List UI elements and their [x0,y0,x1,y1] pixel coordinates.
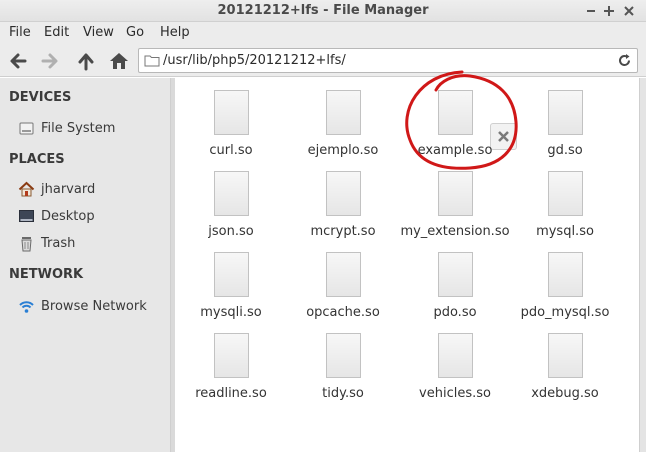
file-icon [438,252,473,297]
reload-icon[interactable] [616,52,633,69]
window-title: 20121212+lfs - File Manager [217,3,429,18]
maximize-button[interactable] [600,2,618,20]
file-item[interactable]: my_extension.so [400,159,510,239]
title-bar: 20121212+lfs - File Manager [0,0,646,22]
file-item[interactable]: example.so [400,78,517,158]
sidebar-heading-devices: DEVICES [9,90,72,105]
file-item[interactable]: tidy.so [288,321,398,401]
file-item[interactable]: readline.so [176,321,286,401]
sidebar-item-desktop[interactable]: Desktop [0,206,170,228]
home-button[interactable] [107,50,131,72]
file-name: my_extension.so [400,224,510,239]
toolbar [0,44,646,77]
menu-edit[interactable]: Edit [44,25,69,40]
file-item[interactable]: mysql.so [510,159,620,239]
file-item[interactable]: mysqli.so [176,240,286,320]
back-icon [10,53,27,69]
file-item[interactable]: gd.so [510,78,620,158]
sidebar-item-label: File System [41,121,116,136]
vertical-scrollbar[interactable] [639,78,646,452]
maximize-icon [604,6,614,16]
minimize-button[interactable] [582,2,600,20]
file-icon [326,252,361,297]
file-name: opcache.so [306,305,380,320]
file-item[interactable]: xdebug.so [510,321,620,401]
file-name: json.so [208,224,254,239]
location-input[interactable] [163,51,603,70]
back-button[interactable] [6,50,30,72]
up-icon [78,53,94,71]
file-icon [214,252,249,297]
home-icon [110,53,128,69]
menu-help[interactable]: Help [160,25,190,40]
file-icon [548,333,583,378]
file-icon [438,90,517,150]
sidebar-item-label: Browse Network [41,299,147,314]
menu-bar: File Edit View Go Help [0,22,646,44]
sidebar-item-file-system[interactable]: File System [0,118,170,140]
file-icon [548,252,583,297]
file-name: mysqli.so [200,305,262,320]
file-view: curl.so ejemplo.so example.so gd.so json… [175,78,639,452]
file-name: example.so [417,143,493,158]
file-name: tidy.so [322,386,364,401]
file-item[interactable]: pdo.so [400,240,510,320]
forward-button[interactable] [38,50,62,72]
sidebar-item-browse-network[interactable]: Browse Network [0,296,170,318]
file-item[interactable]: json.so [176,159,286,239]
sidebar-item-trash[interactable]: Trash [0,233,170,255]
file-name: readline.so [195,386,267,401]
menu-view[interactable]: View [83,25,114,40]
file-item[interactable]: curl.so [176,78,286,158]
trash-icon [21,237,32,252]
file-name: mcrypt.so [310,224,376,239]
desktop-icon [19,210,34,222]
minimize-icon [587,10,595,12]
file-icon [326,333,361,378]
sidebar-item-label: Trash [41,236,76,251]
close-icon [624,6,634,16]
file-icon [326,90,361,135]
location-bar[interactable] [138,48,638,73]
file-name: curl.so [209,143,253,158]
menu-file[interactable]: File [9,25,31,40]
file-icon [548,171,583,216]
file-name: vehicles.so [419,386,491,401]
file-name: pdo.so [433,305,477,320]
network-icon [19,301,34,313]
file-icon [214,90,249,135]
file-icon [438,171,473,216]
sidebar-item-jharvard[interactable]: jharvard [0,179,170,201]
file-item[interactable]: vehicles.so [400,321,510,401]
menu-go[interactable]: Go [126,25,144,40]
sidebar-heading-places: PLACES [9,152,65,167]
file-icon [438,333,473,378]
sidebar-heading-network: NETWORK [9,267,84,282]
file-item[interactable]: mcrypt.so [288,159,398,239]
up-button[interactable] [74,50,98,72]
drive-icon [19,122,34,135]
close-button[interactable] [620,2,638,20]
file-item[interactable]: pdo_mysql.so [510,240,620,320]
home-folder-icon [18,181,35,197]
file-icon [548,90,583,135]
folder-icon [144,55,160,67]
file-icon [214,333,249,378]
file-name: gd.so [547,143,583,158]
sidebar: DEVICES File System PLACES jharvard Desk… [0,78,170,452]
sidebar-item-label: Desktop [41,209,95,224]
file-name: xdebug.so [531,386,599,401]
file-name: pdo_mysql.so [520,305,610,320]
file-item[interactable]: ejemplo.so [288,78,398,158]
file-icon [326,171,361,216]
file-name: mysql.so [536,224,594,239]
file-item[interactable]: opcache.so [288,240,398,320]
file-icon [214,171,249,216]
forward-icon [41,53,58,69]
sidebar-item-label: jharvard [41,182,96,197]
file-name: ejemplo.so [307,143,379,158]
